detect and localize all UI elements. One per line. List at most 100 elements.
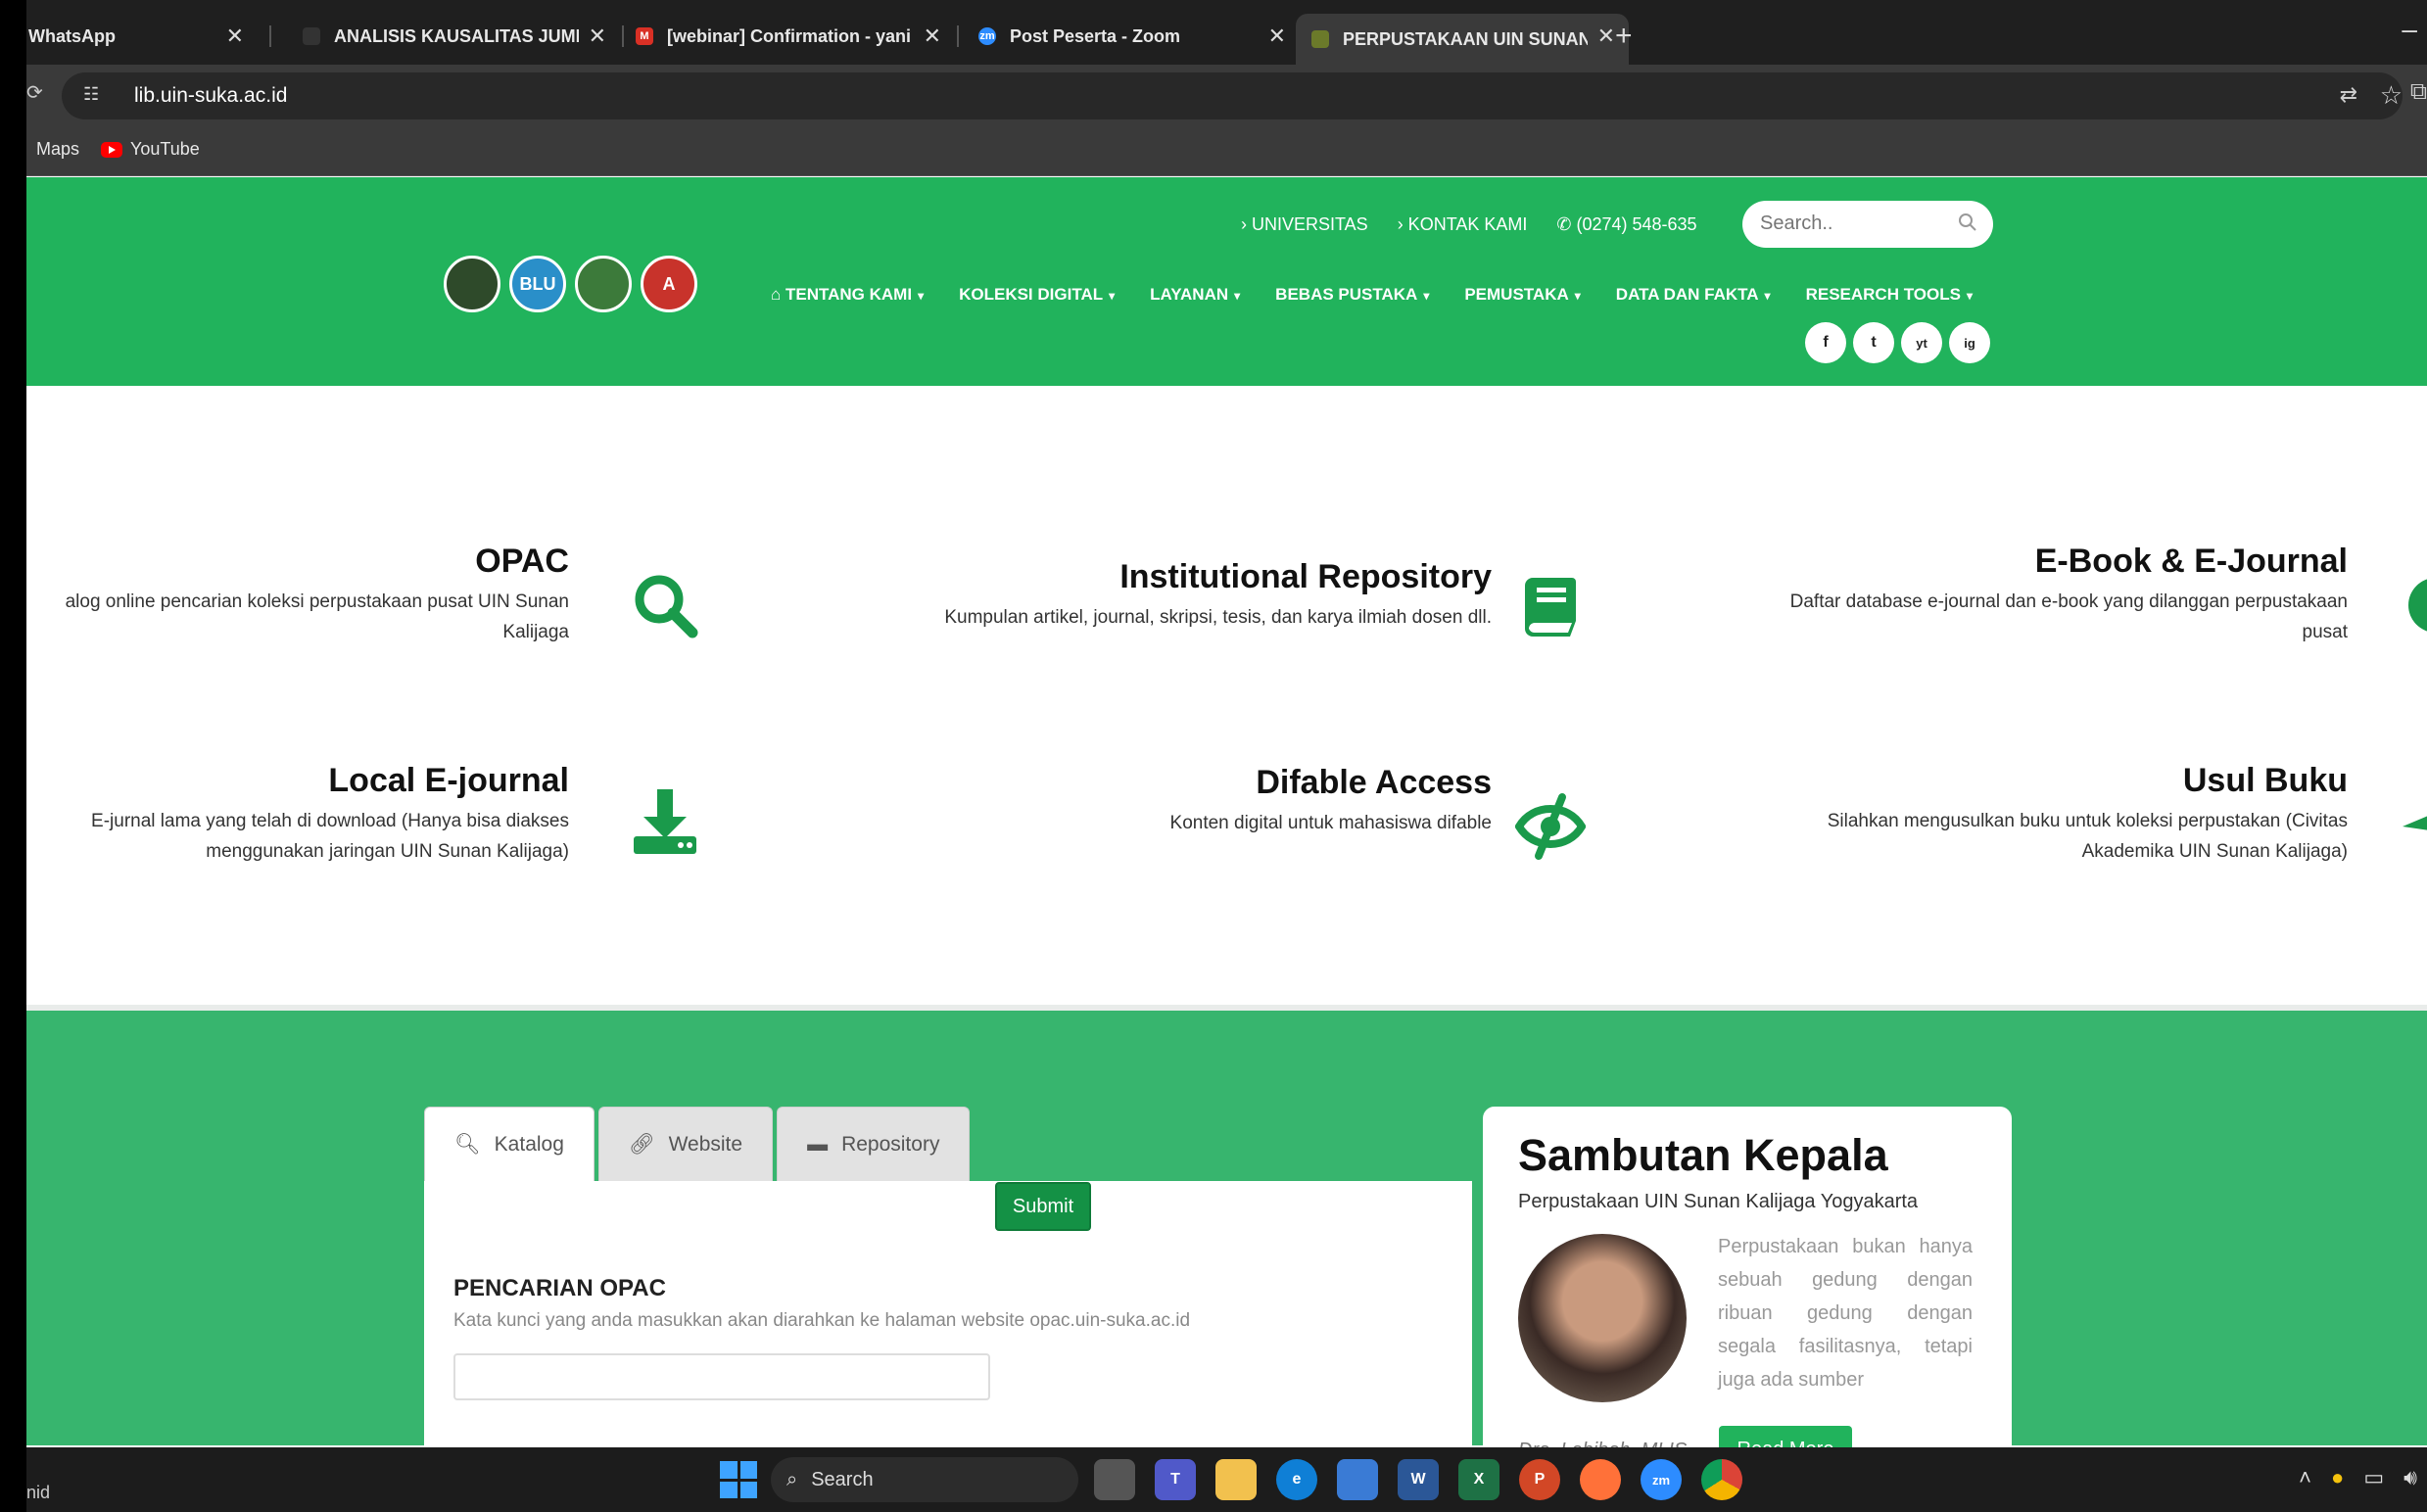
partner-logos: BLU A <box>444 256 697 312</box>
chrome-icon[interactable] <box>1701 1459 1742 1500</box>
service-desc: Daftar database e-journal dan e-book yan… <box>1691 587 2348 647</box>
tab-title: PERPUSTAKAAN UIN SUNAN <box>1343 28 1588 49</box>
search-icon[interactable] <box>630 570 700 640</box>
close-icon[interactable]: ✕ <box>1597 24 1615 49</box>
cloud-icon[interactable] <box>2401 570 2427 640</box>
service-institutional-repository[interactable]: Institutional Repository Kumpulan artike… <box>830 558 1492 633</box>
download-icon[interactable] <box>630 787 700 858</box>
file-explorer-icon[interactable] <box>1215 1459 1257 1500</box>
powerpoint-icon[interactable]: P <box>1519 1459 1560 1500</box>
site-search-input[interactable] <box>1760 213 1946 235</box>
service-opac[interactable]: OPAC alog online pencarian koleksi perpu… <box>26 543 569 647</box>
bookmark-star-icon[interactable]: ☆ <box>2380 80 2403 111</box>
twitter-icon[interactable]: t <box>1853 322 1894 363</box>
nav-layanan[interactable]: LAYANAN ▾ <box>1150 285 1240 305</box>
nav-label: RESEARCH TOOLS <box>1805 285 1961 304</box>
tab-zoom[interactable]: zm Post Peserta - Zoom ✕ <box>963 14 1300 59</box>
task-view-icon[interactable] <box>1094 1459 1135 1500</box>
opac-search-input[interactable] <box>453 1353 990 1400</box>
kontak-kami-link[interactable]: › KONTAK KAMI <box>1398 214 1528 235</box>
tab-analisis[interactable]: ANALISIS KAUSALITAS JUMLA ✕ <box>287 14 620 59</box>
nav-label: LAYANAN <box>1150 285 1229 304</box>
submit-button[interactable]: Submit <box>995 1182 1091 1231</box>
desc-line: menggunakan jaringan UIN Sunan Kalijaga) <box>206 841 569 862</box>
url-text[interactable]: lib.uin-suka.ac.id <box>134 84 287 108</box>
service-title: E-Book & E-Journal <box>2034 543 2348 580</box>
kepala-text: Perpustakaan bukan hanya sebuah gedung d… <box>1718 1236 1973 1391</box>
tab-katalog[interactable]: 🔍︎ Katalog <box>424 1107 595 1181</box>
home-icon: ⌂ <box>771 285 785 304</box>
edge-icon[interactable]: e <box>1276 1459 1317 1500</box>
blu-logo[interactable]: BLU <box>509 256 566 312</box>
tab-gmail[interactable]: M [webinar] Confirmation - yani ✕ <box>620 14 955 59</box>
nav-data-dan-fakta[interactable]: DATA DAN FAKTA ▾ <box>1616 285 1771 305</box>
firefox-icon[interactable] <box>1580 1459 1621 1500</box>
nav-tentang-kami[interactable]: ⌂ TENTANG KAMI ▾ <box>771 285 924 305</box>
book-icon[interactable] <box>1515 572 1586 642</box>
nav-bebas-pustaka[interactable]: BEBAS PUSTAKA ▾ <box>1275 285 1429 305</box>
search-icon[interactable] <box>1958 213 1977 232</box>
nav-label: PEMUSTAKA <box>1464 285 1569 304</box>
close-icon[interactable]: ✕ <box>924 24 941 49</box>
kepala-subtitle: Perpustakaan UIN Sunan Kalijaga Yogyakar… <box>1518 1191 1919 1212</box>
reload-icon[interactable]: ⟳ <box>26 80 43 105</box>
word-icon[interactable]: W <box>1398 1459 1439 1500</box>
send-icon[interactable] <box>2401 791 2427 862</box>
facebook-icon[interactable]: f <box>1805 322 1846 363</box>
nav-koleksi-digital[interactable]: KOLEKSI DIGITAL ▾ <box>959 285 1115 305</box>
bookmark-maps[interactable]: Maps <box>36 139 79 160</box>
eye-slash-icon[interactable] <box>1515 791 1586 862</box>
close-icon[interactable]: ✕ <box>1268 24 1286 49</box>
store-icon[interactable] <box>1337 1459 1378 1500</box>
windows-start-icon[interactable] <box>720 1461 757 1498</box>
browser-tab-bar: WhatsApp ✕ ANALISIS KAUSALITAS JUMLA ✕ M… <box>26 0 2427 65</box>
service-desc: E-jurnal lama yang telah di download (Ha… <box>26 806 569 867</box>
desc-line: Akademika UIN Sunan Kalijaga) <box>2081 841 2348 862</box>
tab-title: Post Peserta - Zoom <box>1010 25 1181 46</box>
close-icon[interactable]: ✕ <box>589 24 606 49</box>
close-icon[interactable]: ✕ <box>226 24 244 49</box>
phone-link[interactable]: ✆ (0274) 548-635 <box>1556 214 1696 235</box>
caret-down-icon: ▾ <box>1423 289 1430 303</box>
volume-icon[interactable]: 🔊︎ <box>2403 1465 2417 1490</box>
service-ebook-ejournal[interactable]: E-Book & E-Journal Daftar database e-jou… <box>1691 543 2348 647</box>
norton-icon[interactable]: ● <box>2331 1465 2344 1490</box>
new-tab-icon[interactable]: + <box>1615 20 1633 53</box>
excel-icon[interactable]: X <box>1458 1459 1499 1500</box>
logo-label: BLU <box>519 273 556 294</box>
nav-research-tools[interactable]: RESEARCH TOOLS ▾ <box>1806 285 1973 305</box>
tab-perpustakaan[interactable]: PERPUSTAKAAN UIN SUNAN ✕ <box>1296 14 1629 65</box>
screen: WhatsApp ✕ ANALISIS KAUSALITAS JUMLA ✕ M… <box>26 0 2427 1512</box>
service-local-ejournal[interactable]: Local E-journal E-jurnal lama yang telah… <box>26 762 569 867</box>
search-icon: 🔍︎ <box>454 1132 481 1156</box>
instagram-icon[interactable]: ig <box>1949 322 1990 363</box>
tab-whatsapp[interactable]: WhatsApp ✕ <box>26 14 258 59</box>
caret-down-icon: ▾ <box>1574 289 1581 303</box>
uin-logo[interactable] <box>444 256 500 312</box>
tab-repository[interactable]: ▬ Repository <box>777 1107 971 1181</box>
social-glyph: ig <box>1964 335 1975 351</box>
extensions-icon[interactable]: ⧉ <box>2410 78 2427 106</box>
network-icon[interactable]: ▭ <box>2363 1465 2384 1490</box>
service-title: Institutional Repository <box>1119 558 1492 595</box>
library-logo[interactable] <box>575 256 632 312</box>
translate-icon[interactable]: ⇄ <box>2340 82 2357 108</box>
bookmark-youtube[interactable]: YouTube <box>101 139 200 160</box>
chevron-up-icon[interactable]: ˄ <box>2299 1465 2311 1490</box>
universitas-link[interactable]: › UNIVERSITAS <box>1241 214 1368 235</box>
system-tray: ˄ ● ▭ 🔊︎ <box>2299 1465 2417 1490</box>
service-difable-access[interactable]: Difable Access Konten digital untuk maha… <box>830 764 1492 838</box>
caret-down-icon: ▾ <box>1764 289 1771 303</box>
site-settings-icon[interactable]: ☷ <box>83 84 107 108</box>
service-usul-buku[interactable]: Usul Buku Silahkan mengusulkan buku untu… <box>1691 762 2348 867</box>
teams-icon[interactable]: T <box>1155 1459 1196 1500</box>
taskbar-search[interactable]: ⌕ Search <box>771 1457 1078 1502</box>
omnibox[interactable]: ☷ lib.uin-suka.ac.id ⇄ ☆ <box>62 72 2403 119</box>
minimize-icon[interactable]: – <box>2402 14 2417 45</box>
accreditation-logo[interactable]: A <box>641 256 697 312</box>
youtube-icon[interactable]: yt <box>1901 322 1942 363</box>
nav-pemustaka[interactable]: PEMUSTAKA ▾ <box>1464 285 1580 305</box>
zoom-icon[interactable]: zm <box>1641 1459 1682 1500</box>
tab-label: Repository <box>841 1132 940 1156</box>
tab-website[interactable]: 🔗︎ Website <box>597 1107 774 1181</box>
